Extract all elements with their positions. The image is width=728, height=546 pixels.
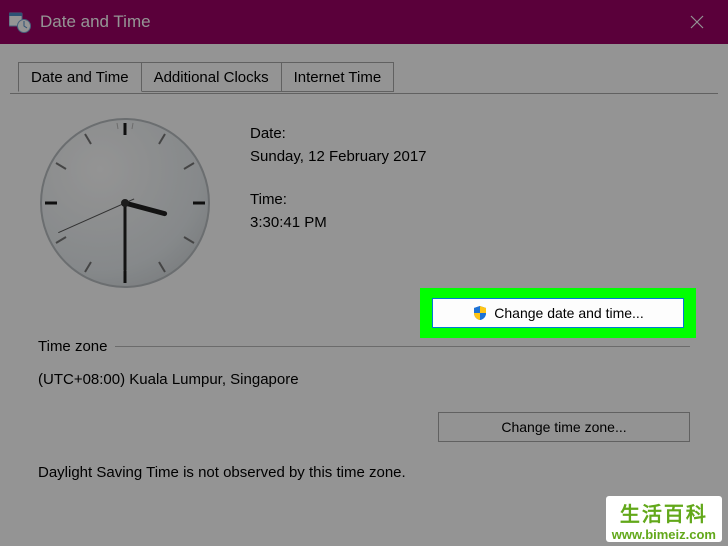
date-time-icon (8, 10, 32, 34)
tab-date-and-time[interactable]: Date and Time (18, 62, 142, 92)
group-divider (115, 346, 690, 347)
change-date-time-label: Change date and time... (494, 305, 643, 321)
dst-note: Daylight Saving Time is not observed by … (38, 464, 690, 481)
date-value: Sunday, 12 February 2017 (250, 147, 427, 167)
close-button[interactable] (674, 0, 720, 44)
uac-shield-icon (472, 305, 488, 321)
time-label: Time: (250, 190, 427, 210)
watermark-text: 生活百科 (620, 498, 708, 527)
time-zone-value: (UTC+08:00) Kuala Lumpur, Singapore (38, 371, 690, 388)
tutorial-highlight: Change date and time... (420, 288, 696, 338)
watermark-domain: www.bimeiz.com (612, 527, 716, 542)
change-time-zone-button[interactable]: Change time zone... (438, 412, 690, 442)
titlebar: Date and Time (0, 0, 728, 44)
window-title: Date and Time (40, 12, 151, 32)
time-value: 3:30:41 PM (250, 213, 427, 233)
change-date-time-button[interactable]: Change date and time... (432, 298, 684, 328)
time-zone-group-label: Time zone (38, 338, 107, 355)
tab-additional-clocks[interactable]: Additional Clocks (142, 62, 282, 92)
tab-internet-time[interactable]: Internet Time (282, 62, 395, 92)
tab-strip: Date and Time Additional Clocks Internet… (18, 62, 722, 92)
watermark: 生活百科 www.bimeiz.com (606, 496, 722, 542)
analog-clock (38, 116, 212, 290)
date-label: Date: (250, 124, 427, 144)
